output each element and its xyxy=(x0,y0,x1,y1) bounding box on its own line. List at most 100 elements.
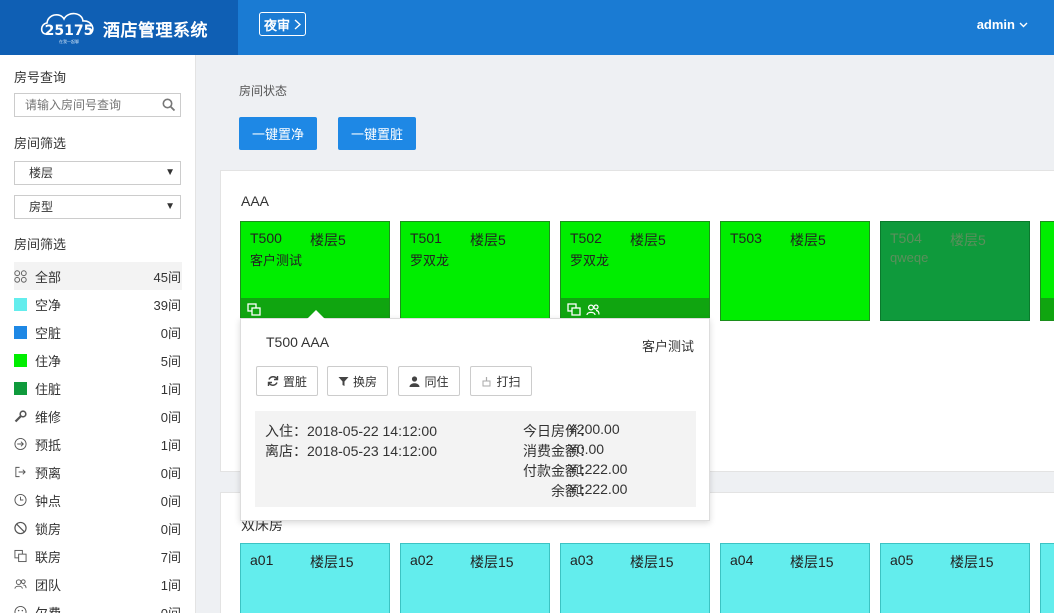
room-card-t502[interactable]: T502 楼层5 罗双龙 xyxy=(560,221,710,321)
room-type-select[interactable]: 房型 ▼ xyxy=(14,195,181,219)
room-number: a04 xyxy=(730,552,754,568)
user-menu[interactable]: admin xyxy=(977,17,1028,32)
room-card-t504[interactable]: T504 楼层5 qweqe xyxy=(880,221,1030,321)
price-value: ¥200.00 xyxy=(569,421,620,437)
room-card-t500[interactable]: T500 楼层5 客户测试 xyxy=(240,221,390,321)
room-card-a04[interactable]: a04 楼层15 xyxy=(720,543,870,613)
set-dirty-label: 置脏 xyxy=(282,374,307,389)
filter-label: 欠费 xyxy=(35,605,62,613)
status-filter-title: 房间筛选 xyxy=(14,237,67,252)
logo-cloud-icon: 25175 在我一起聊 xyxy=(40,12,94,44)
room-guest: 客户测试 xyxy=(250,253,303,268)
filter-expected-departure[interactable]: 预离 0间 xyxy=(14,458,182,486)
room-card-a01[interactable]: a01 楼层15 xyxy=(240,543,390,613)
filter-debt[interactable]: 欠费 0间 xyxy=(14,598,182,613)
room-status-bar xyxy=(561,298,709,320)
change-room-button[interactable]: 换房 xyxy=(327,366,388,396)
room-floor: 楼层5 xyxy=(470,232,506,248)
filter-label: 预离 xyxy=(35,465,62,481)
grid-icon xyxy=(14,269,27,283)
occupied-clean-swatch xyxy=(14,353,27,367)
room-card-t503[interactable]: T503 楼层5 xyxy=(720,221,870,321)
depart-icon xyxy=(14,466,27,479)
team-icon xyxy=(586,303,600,315)
room-floor: 楼层5 xyxy=(630,232,666,248)
filter-count: 45间 xyxy=(153,269,181,285)
room-info-box: 入住：2018-05-22 14:12:00 离店：2018-05-23 14:… xyxy=(255,411,696,507)
sidebar: 房号查询 房间筛选 楼层 ▼ 房型 ▼ 房间筛选 全部 45间 空净 39间 空… xyxy=(0,55,196,613)
filter-all[interactable]: 全部 45间 xyxy=(14,262,182,290)
clean-all-button[interactable]: 一键置净 xyxy=(239,117,317,150)
share-room-button[interactable]: 同住 xyxy=(398,366,460,396)
room-search-box xyxy=(14,93,181,117)
filter-locked[interactable]: 锁房 0间 xyxy=(14,514,182,542)
dirty-all-button[interactable]: 一键置脏 xyxy=(338,117,416,150)
caret-down-icon: ▼ xyxy=(165,167,175,178)
room-type-select-value: 房型 xyxy=(29,200,54,214)
cleaning-button[interactable]: 打扫 xyxy=(470,366,532,396)
filter-occupied-dirty[interactable]: 住脏 1间 xyxy=(14,374,182,402)
filter-maintenance[interactable]: 维修 0间 xyxy=(14,402,182,430)
share-room-label: 同住 xyxy=(424,374,449,389)
floor-select-value: 楼层 xyxy=(29,166,54,180)
user-name: admin xyxy=(976,17,1015,32)
filter-count: 1间 xyxy=(160,381,181,397)
refresh-icon xyxy=(267,376,279,386)
filter-count: 39间 xyxy=(153,297,181,313)
set-dirty-button[interactable]: 置脏 xyxy=(256,366,318,396)
filter-count: 0间 xyxy=(160,605,181,613)
filter-label: 维修 xyxy=(35,409,62,425)
room-card-t501[interactable]: T501 楼层5 罗双龙 xyxy=(400,221,550,321)
room-card-partial[interactable] xyxy=(1040,221,1054,321)
room-floor: 楼层5 xyxy=(950,232,986,248)
room-card-a03[interactable]: a03 楼层15 xyxy=(560,543,710,613)
group-title: AAA xyxy=(241,193,270,209)
room-guest: 罗双龙 xyxy=(410,253,450,268)
link-icon xyxy=(247,302,261,316)
room-card-a02[interactable]: a02 楼层15 xyxy=(400,543,550,613)
debt-icon xyxy=(14,605,27,613)
logo-subtext: 在我一起聊 xyxy=(59,38,79,44)
checkin-label: 入住： xyxy=(265,423,307,439)
filter-label: 空净 xyxy=(35,297,62,313)
checkout-label: 离店： xyxy=(265,443,307,459)
room-floor: 楼层15 xyxy=(310,554,354,570)
room-card-a05[interactable]: a05 楼层15 xyxy=(880,543,1030,613)
filter-vacant-dirty[interactable]: 空脏 0间 xyxy=(14,318,182,346)
popup-guest: 客户测试 xyxy=(641,339,694,354)
search-icon[interactable] xyxy=(162,98,176,112)
filter-count: 0间 xyxy=(160,521,181,537)
room-card-partial[interactable] xyxy=(1040,543,1054,613)
checkout-row: 离店：2018-05-23 14:12:00 xyxy=(265,441,437,461)
room-number: a05 xyxy=(890,552,914,568)
filter-vacant-clean[interactable]: 空净 39间 xyxy=(14,290,182,318)
vacant-clean-swatch xyxy=(14,297,27,311)
link-icon xyxy=(14,549,27,563)
filter-occupied-clean[interactable]: 住净 5间 xyxy=(14,346,182,374)
filter-linked[interactable]: 联房 7间 xyxy=(14,542,182,570)
filter-expected-arrival[interactable]: 预抵 1间 xyxy=(14,430,182,458)
logo-text: 25175 xyxy=(45,23,94,39)
user-icon xyxy=(409,375,420,387)
wrench-icon xyxy=(14,409,27,423)
room-number: T500 xyxy=(250,230,282,246)
filter-team[interactable]: 团队 1间 xyxy=(14,570,182,598)
room-number: a02 xyxy=(410,552,434,568)
lock-icon xyxy=(14,521,27,535)
top-header: 25175 在我一起聊 酒店管理系统 夜审 admin xyxy=(0,0,1054,55)
room-number: a03 xyxy=(570,552,594,568)
room-guest: 罗双龙 xyxy=(570,253,610,268)
vacant-dirty-swatch xyxy=(14,325,27,339)
popup-title: T500 AAA xyxy=(266,334,330,350)
floor-select[interactable]: 楼层 ▼ xyxy=(14,161,181,185)
team-icon xyxy=(14,578,27,591)
arrive-icon xyxy=(14,437,27,451)
room-search-input[interactable] xyxy=(15,94,155,116)
filter-hourly[interactable]: 钟点 0间 xyxy=(14,486,182,514)
filter-label: 住净 xyxy=(35,353,62,369)
night-audit-button[interactable]: 夜审 xyxy=(259,12,307,36)
room-floor: 楼层15 xyxy=(630,554,674,570)
filter-count: 1间 xyxy=(160,577,181,593)
filter-label: 空脏 xyxy=(35,325,62,341)
room-floor: 楼层15 xyxy=(790,554,834,570)
